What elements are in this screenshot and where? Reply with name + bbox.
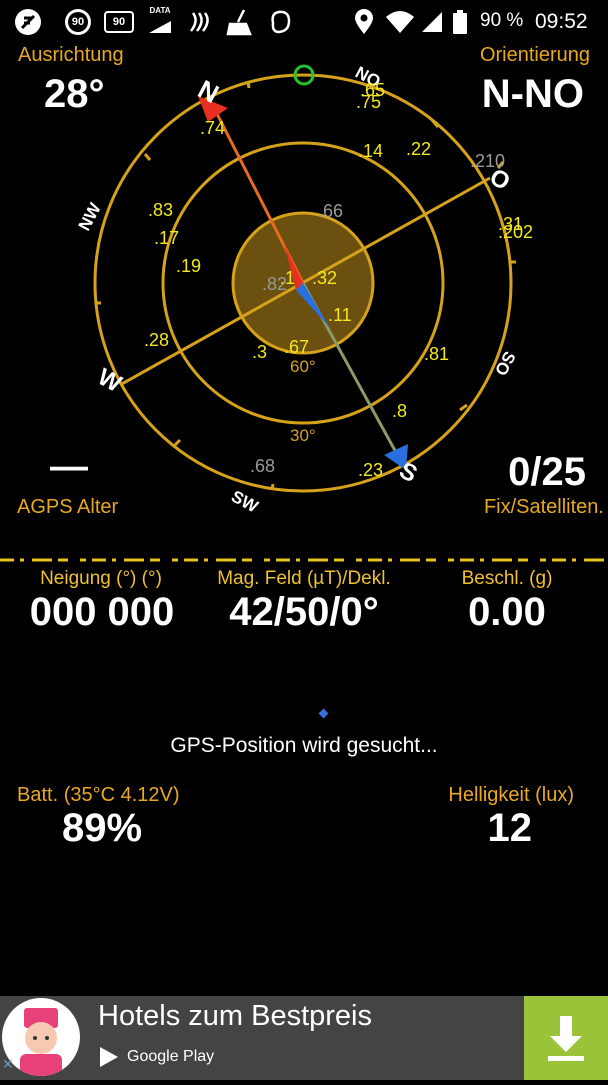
- ad-banner[interactable]: Hotels zum Bestpreis Google Play ✕: [0, 996, 608, 1080]
- dir-so: SO: [491, 348, 519, 379]
- dir-sw: SW: [228, 487, 262, 517]
- satellite-label: .8: [392, 401, 407, 421]
- satellite-label: .32: [312, 268, 337, 288]
- tilt-value: 000 000: [29, 590, 175, 634]
- ad-close-icon[interactable]: ✕: [2, 1056, 14, 1073]
- agps-value: —: [50, 446, 88, 488]
- satellite-label: .67: [284, 337, 309, 357]
- dir-w: W: [93, 363, 126, 398]
- brightness-value: 12: [487, 806, 533, 850]
- satellite-label: .68: [250, 456, 275, 476]
- gps-indicator-icon: [318, 708, 329, 719]
- satellite-label: .202: [498, 222, 533, 242]
- speed-limit-icon: 90: [64, 8, 92, 36]
- app-logo-icon: [14, 8, 42, 36]
- brightness-label: Helligkeit (lux): [448, 784, 574, 806]
- elevation-30-label: 30°: [290, 426, 316, 445]
- download-icon: [548, 1016, 584, 1061]
- clock: 09:52: [535, 10, 588, 33]
- nfc-icon: [186, 8, 214, 36]
- satellite-label: .66: [318, 201, 343, 221]
- ad-store: Google Play: [127, 1048, 215, 1065]
- satellite-label: .82: [262, 274, 287, 294]
- satellite-label: .210: [470, 151, 505, 171]
- data-label: DATA: [149, 6, 171, 15]
- satellite-label: .14: [358, 141, 383, 161]
- status-bar: 90 90 DATA 90 % 09:52: [0, 0, 608, 44]
- download-button[interactable]: [524, 996, 608, 1080]
- data-icon: DATA: [146, 6, 174, 36]
- accel-label: Beschl. (g): [461, 568, 553, 589]
- gps-status-text: GPS-Position wird gesucht...: [170, 734, 438, 757]
- satellite-label: .83: [148, 200, 173, 220]
- fix-value: 0/25: [508, 450, 586, 494]
- ad-title: Hotels zum Bestpreis: [98, 1000, 372, 1032]
- satellite-label: .81: [424, 344, 449, 364]
- agps-label: AGPS Alter: [17, 496, 119, 518]
- battery-icon: [450, 8, 470, 36]
- location-icon: [350, 8, 378, 36]
- hand-icon: [266, 8, 294, 36]
- speed-badge-1: 90: [71, 16, 85, 28]
- mag-field-value: 42/50/0°: [229, 590, 379, 634]
- fix-label: Fix/Satelliten.: [483, 496, 604, 518]
- google-play-icon: [98, 1046, 120, 1068]
- mag-field-label: Mag. Feld (µT)/Dekl.: [217, 568, 391, 589]
- battery-value: 89%: [62, 806, 143, 850]
- cleaner-icon: [226, 8, 254, 36]
- battery-label: Batt. (35°C 4.12V): [17, 784, 180, 806]
- battery-percent: 90 %: [480, 10, 524, 31]
- satellite-label: .3: [252, 342, 267, 362]
- satellite-label: .75: [356, 92, 381, 112]
- satellite-signal-bar: [0, 558, 608, 562]
- accel-value: 0.00: [468, 590, 546, 634]
- cell-signal-icon: [418, 8, 446, 36]
- satellite-label: .11: [328, 305, 352, 325]
- satellite-label: .23: [358, 460, 383, 480]
- satellite-label: .28: [144, 330, 169, 350]
- satellite-label: .19: [176, 256, 201, 276]
- wifi-icon: [384, 8, 416, 36]
- satellite-label: .17: [154, 228, 179, 248]
- satellite-label: .74: [200, 118, 225, 138]
- satellite-label: .22: [406, 139, 431, 159]
- tilt-label: Neigung (°) (°): [40, 568, 162, 589]
- speed-sign-icon: 90: [104, 8, 134, 36]
- speed-badge-2: 90: [112, 16, 126, 28]
- elevation-60-label: 60°: [290, 357, 316, 376]
